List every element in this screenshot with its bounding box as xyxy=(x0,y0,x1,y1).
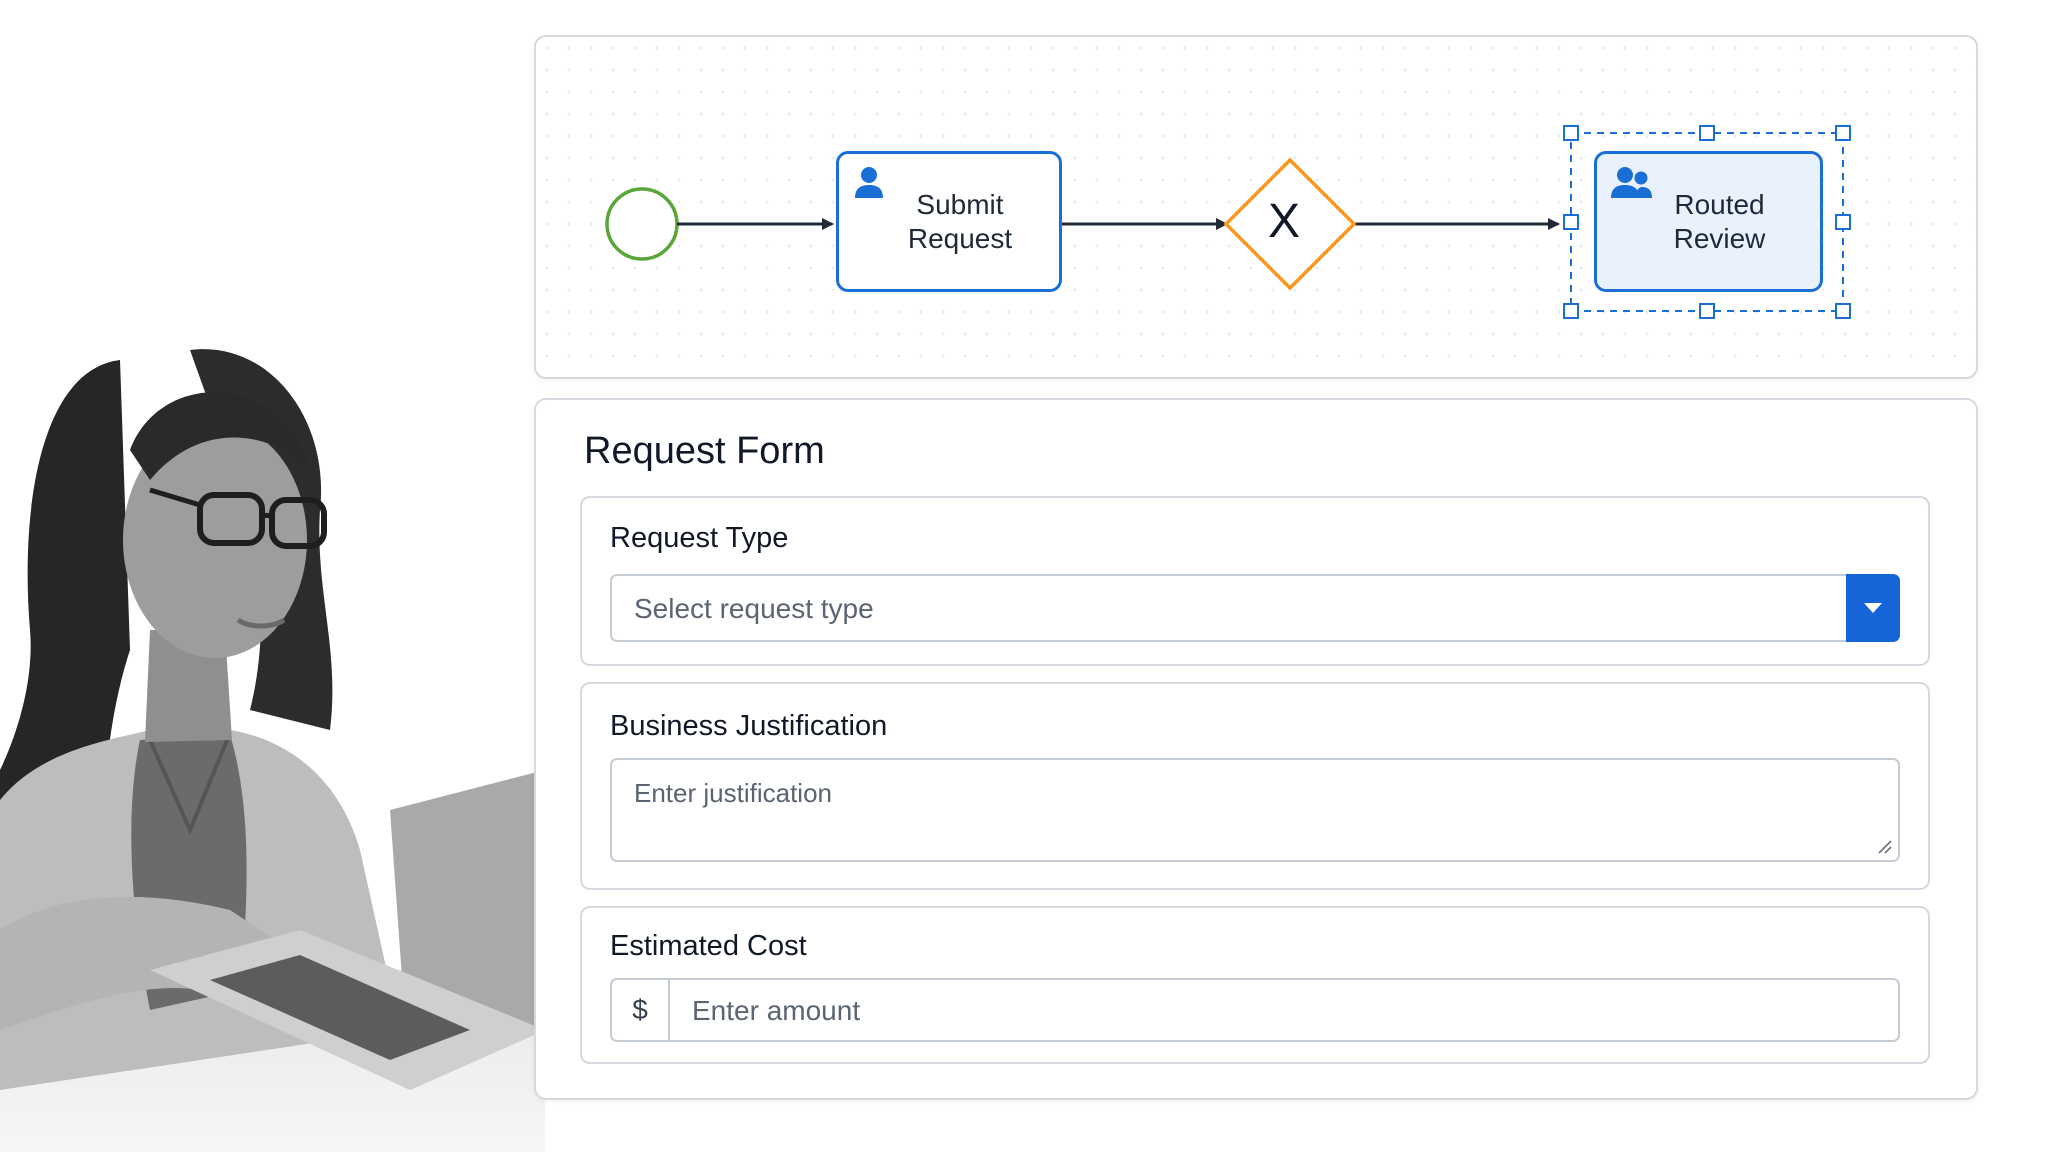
resize-handle-icon[interactable] xyxy=(1876,838,1892,854)
estimated-cost-input[interactable]: $ Enter amount xyxy=(610,978,1900,1042)
users-icon xyxy=(1611,167,1652,198)
request-type-select[interactable]: Select request type xyxy=(610,574,1900,642)
estimated-cost-label: Estimated Cost xyxy=(610,930,807,962)
gateway-label: X xyxy=(1267,195,1300,248)
dropdown-toggle-button[interactable] xyxy=(1846,574,1900,642)
currency-prefix: $ xyxy=(612,980,670,1040)
person-with-laptop-photo xyxy=(0,349,545,1152)
start-event[interactable] xyxy=(605,187,679,261)
form-title: Request Form xyxy=(584,430,825,472)
request-type-label: Request Type xyxy=(610,522,789,554)
request-type-placeholder: Select request type xyxy=(634,593,874,624)
task-submit-label: Submit Request xyxy=(907,188,1013,254)
process-diagram-canvas[interactable]: Submit Request X Routed Review xyxy=(534,35,1978,379)
task-routed-review[interactable]: Routed Review xyxy=(1594,151,1823,292)
business-justification-label: Business Justification xyxy=(610,710,888,742)
request-form-panel: Request Form Request Type Select request… xyxy=(534,398,1978,1100)
user-icon xyxy=(855,167,883,198)
justification-placeholder: Enter justification xyxy=(634,778,832,808)
task-review-label: Routed Review xyxy=(1673,188,1766,254)
business-justification-textarea[interactable]: Enter justification xyxy=(610,758,1900,862)
caret-down-icon xyxy=(1864,603,1882,613)
request-type-card: Request Type Select request type xyxy=(580,496,1930,666)
cost-placeholder: Enter amount xyxy=(692,995,861,1026)
task-submit-request[interactable]: Submit Request xyxy=(836,151,1062,292)
business-justification-card: Business Justification Enter justificati… xyxy=(580,682,1930,890)
estimated-cost-card: Estimated Cost $ Enter amount xyxy=(580,906,1930,1064)
